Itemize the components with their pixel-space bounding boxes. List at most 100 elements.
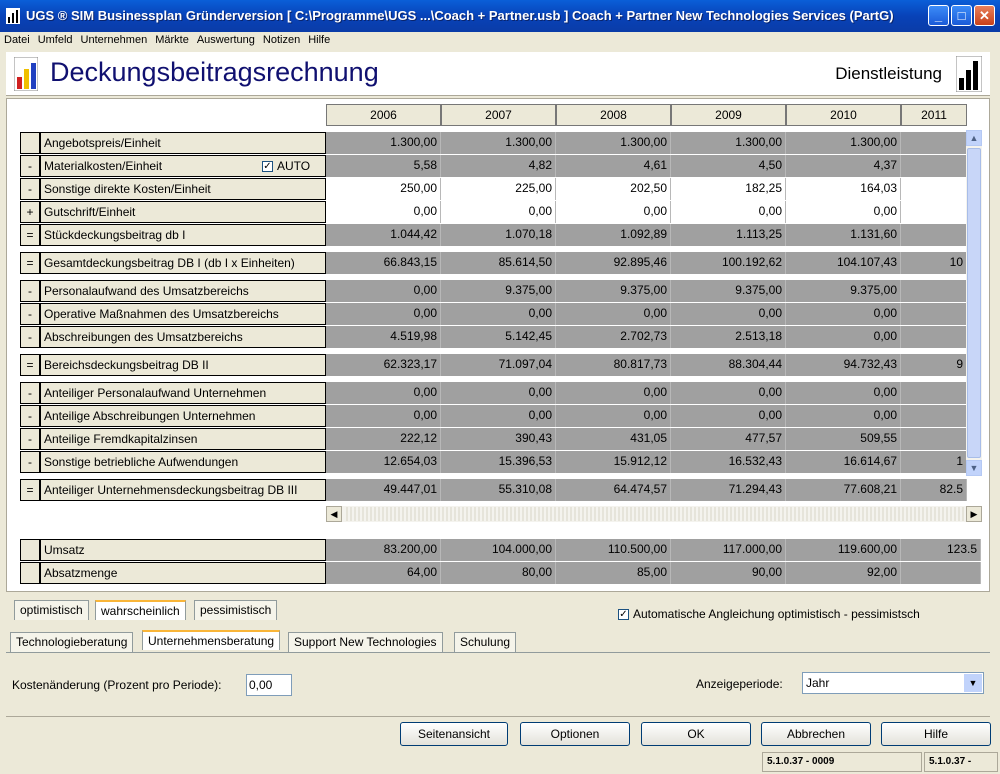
horizontal-scrollbar[interactable]: ◀ ▶ (326, 506, 982, 522)
row-label: Anteiliger Personalaufwand Unternehmen (40, 382, 326, 404)
tab-pessimistisch[interactable]: pessimistisch (194, 600, 278, 620)
table-cell[interactable] (901, 201, 967, 223)
table-cell: 71.097,04 (441, 354, 556, 376)
scroll-up-icon[interactable]: ▲ (966, 130, 982, 146)
tab-schulung[interactable]: Schulung (454, 632, 517, 652)
menu-unternehmen[interactable]: Unternehmen (77, 33, 152, 47)
menu-maerkte[interactable]: Märkte (151, 33, 193, 47)
maximize-button[interactable]: □ (951, 5, 972, 26)
menu-datei[interactable]: Datei (0, 33, 34, 47)
kosten-input[interactable] (246, 674, 292, 696)
table-cell: 119.600,00 (786, 539, 901, 561)
tab-technologieberatung[interactable]: Technologieberatung (10, 632, 134, 652)
tab-wahrscheinlich[interactable]: wahrscheinlich (95, 600, 186, 620)
table-cell[interactable]: 250,00 (326, 178, 441, 200)
seitenansicht-button[interactable]: Seitenansicht (400, 722, 508, 746)
row-operator: + (20, 201, 40, 223)
table-cell[interactable]: 0,00 (326, 201, 441, 223)
table-cell: 9.375,00 (671, 280, 786, 302)
table-cell: 0,00 (556, 405, 671, 427)
table-cell (901, 562, 981, 584)
table-cell: 64.474,57 (556, 479, 671, 501)
table-cell: 1.131,60 (786, 224, 901, 246)
table-cell (901, 382, 967, 404)
table-cell: 88.304,44 (671, 354, 786, 376)
scroll-track[interactable] (344, 507, 964, 521)
table-cell: 80,00 (441, 562, 556, 584)
table-cell: 1.300,00 (671, 132, 786, 154)
row-label: Stückdeckungsbeitrag db I (40, 224, 326, 246)
menu-hilfe[interactable]: Hilfe (304, 33, 334, 47)
table-cell: 15.912,12 (556, 451, 671, 473)
table-cell[interactable]: 0,00 (441, 201, 556, 223)
ok-button[interactable]: OK (641, 722, 751, 746)
table-cell[interactable]: 0,00 (786, 201, 901, 223)
row-label: Anteiliger Unternehmensdeckungsbeitrag D… (40, 479, 326, 501)
row-operator: = (20, 479, 40, 501)
minimize-button[interactable]: _ (928, 5, 949, 26)
table-cell: 222,12 (326, 428, 441, 450)
row-label: Gutschrift/Einheit (40, 201, 326, 223)
table-cell[interactable]: 164,03 (786, 178, 901, 200)
anzeigeperiode-select[interactable]: Jahr ▼ (802, 672, 984, 694)
year-header[interactable]: 2011 (901, 104, 967, 126)
row-label: Gesamtdeckungsbeitrag DB I (db I x Einhe… (40, 252, 326, 274)
table-cell (901, 428, 967, 450)
menu-auswertung[interactable]: Auswertung (193, 33, 259, 47)
row-operator: - (20, 326, 40, 348)
table-cell: 4,50 (671, 155, 786, 177)
menu-notizen[interactable]: Notizen (259, 33, 304, 47)
table-cell: 90,00 (671, 562, 786, 584)
table-cell[interactable]: 225,00 (441, 178, 556, 200)
table-cell (901, 280, 967, 302)
scroll-thumb[interactable] (967, 148, 981, 458)
auto-adjust-checkbox[interactable]: ✓ Automatische Angleichung optimistisch -… (618, 607, 920, 621)
status-version: 5.1.0.37 - 0009 (762, 752, 922, 772)
close-button[interactable]: ✕ (974, 5, 995, 26)
table-cell: 4,82 (441, 155, 556, 177)
table-cell: 1.092,89 (556, 224, 671, 246)
hilfe-button[interactable]: Hilfe (881, 722, 991, 746)
table-cell: 9.375,00 (786, 280, 901, 302)
scroll-down-icon[interactable]: ▼ (966, 460, 982, 476)
table-cell[interactable]: 0,00 (671, 201, 786, 223)
scroll-left-icon[interactable]: ◀ (326, 506, 342, 522)
year-header[interactable]: 2008 (556, 104, 671, 126)
table-cell: 110.500,00 (556, 539, 671, 561)
table-cell: 1.300,00 (786, 132, 901, 154)
row-operator: = (20, 224, 40, 246)
menu-umfeld[interactable]: Umfeld (34, 33, 77, 47)
table-cell[interactable]: 202,50 (556, 178, 671, 200)
window-title: UGS ® SIM Businessplan Gründerversion [ … (26, 8, 894, 23)
table-cell: 0,00 (786, 405, 901, 427)
tab-optimistisch[interactable]: optimistisch (14, 600, 89, 620)
table-cell[interactable] (901, 178, 967, 200)
auto-adjust-label: Automatische Angleichung optimistisch - … (633, 607, 920, 621)
year-header[interactable]: 2007 (441, 104, 556, 126)
abbrechen-button[interactable]: Abbrechen (761, 722, 871, 746)
table-cell: 117.000,00 (671, 539, 786, 561)
scroll-right-icon[interactable]: ▶ (966, 506, 982, 522)
auto-checkbox[interactable]: ✓ AUTO (262, 159, 310, 173)
table-cell: 1.070,18 (441, 224, 556, 246)
tab-support-new-technologies[interactable]: Support New Technologies (288, 632, 443, 652)
table-cell[interactable]: 0,00 (556, 201, 671, 223)
chevron-down-icon[interactable]: ▼ (964, 674, 982, 692)
tab-unternehmensberatung[interactable]: Unternehmensberatung (142, 630, 281, 650)
table-cell: 0,00 (326, 280, 441, 302)
table-cell[interactable]: 182,25 (671, 178, 786, 200)
title-bar[interactable]: UGS ® SIM Businessplan Gründerversion [ … (0, 0, 1000, 32)
optionen-button[interactable]: Optionen (520, 722, 630, 746)
row-label: Bereichsdeckungsbeitrag DB II (40, 354, 326, 376)
row-operator: = (20, 354, 40, 376)
year-header[interactable]: 2010 (786, 104, 901, 126)
row-operator: - (20, 178, 40, 200)
table-cell: 0,00 (556, 303, 671, 325)
row-operator: - (20, 303, 40, 325)
vertical-scrollbar[interactable]: ▲ ▼ (966, 130, 982, 476)
row-operator (20, 562, 40, 584)
year-header[interactable]: 2006 (326, 104, 441, 126)
year-header[interactable]: 2009 (671, 104, 786, 126)
divider (6, 716, 990, 717)
row-label: Sonstige direkte Kosten/Einheit (40, 178, 326, 200)
